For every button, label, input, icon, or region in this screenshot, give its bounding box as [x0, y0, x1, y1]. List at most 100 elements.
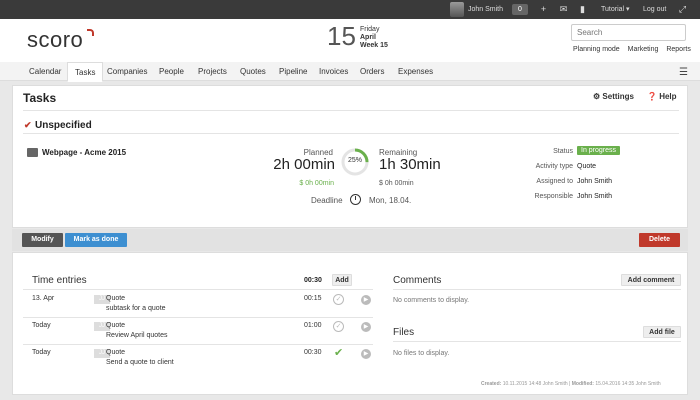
entry-time: 01:00: [304, 322, 322, 329]
activity-type-value: Quote: [577, 163, 597, 170]
reports-link[interactable]: Reports: [666, 46, 691, 53]
entry-done-check-icon[interactable]: ✔: [334, 346, 343, 359]
files-title: Files: [393, 327, 415, 338]
month: April: [360, 34, 376, 41]
entry-date: 13. Apr: [32, 295, 55, 302]
tab-tasks[interactable]: Tasks: [67, 62, 104, 82]
mail-icon[interactable]: ✉: [558, 4, 569, 15]
entry-check-icon[interactable]: ✓: [333, 321, 344, 332]
modified-value: 15.04.2016 14:35 John Smith: [595, 381, 661, 387]
tab-people[interactable]: People: [159, 62, 184, 81]
status-label: Status: [553, 148, 573, 155]
help-button[interactable]: ❓ Help: [647, 92, 677, 101]
entry-type: Quote: [106, 295, 126, 302]
task-name[interactable]: Webpage - Acme 2015: [42, 148, 126, 157]
logo-accent-icon: [87, 29, 94, 36]
header: scoro 15 Friday April Week 15 Planning m…: [0, 19, 700, 62]
page-title: Tasks: [23, 91, 57, 105]
help-icon: ❓: [647, 92, 657, 101]
entry-time: 00:30: [304, 349, 322, 356]
planned-cost: $ 0h 00min: [299, 180, 334, 187]
search-input[interactable]: [571, 24, 686, 41]
entry-time: 00:15: [304, 295, 322, 302]
divider: [393, 341, 681, 342]
created-label: Created:: [481, 381, 502, 387]
bookmark-icon[interactable]: ▮: [577, 4, 588, 15]
mark-as-done-button[interactable]: Mark as done: [65, 233, 127, 247]
entry-date: Today: [32, 322, 51, 329]
tab-calendar[interactable]: Calendar: [29, 62, 61, 81]
current-day: 15: [327, 21, 356, 51]
tab-pipeline[interactable]: Pipeline: [279, 62, 307, 81]
planned-value: 2h 00min: [273, 156, 335, 173]
weekday: Friday: [360, 26, 380, 33]
remaining-cost: $ 0h 00min: [379, 180, 414, 187]
divider: [23, 133, 679, 134]
tutorial-dropdown[interactable]: Tutorial ▾: [601, 0, 630, 19]
divider: [23, 289, 373, 290]
assigned-to-value[interactable]: John Smith: [577, 178, 612, 185]
remaining-value: 1h 30min: [379, 156, 441, 173]
record-metadata: Created: 10.11.2015 14:48 John Smith | M…: [481, 381, 661, 387]
expand-icon[interactable]: ⤢: [677, 4, 688, 15]
top-bar: John Smith 0 + ✉ ▮ Tutorial ▾ Log out ⤢: [0, 0, 700, 19]
entry-check-icon[interactable]: ✓: [333, 294, 344, 305]
entry-type: Quote: [106, 322, 126, 329]
activity-type-label: Activity type: [535, 163, 573, 170]
tab-companies[interactable]: Companies: [107, 62, 147, 81]
created-value: 10.11.2015 14:48 John Smith: [502, 381, 568, 387]
task-card: Tasks ⚙ Settings ❓ Help ✔ Unspecified We…: [12, 85, 688, 228]
marketing-link[interactable]: Marketing: [628, 46, 659, 53]
deadline-value[interactable]: Mon, 18.04.: [369, 196, 411, 205]
entry-description[interactable]: subtask for a quote: [106, 305, 166, 312]
add-comment-button[interactable]: Add comment: [621, 274, 681, 286]
responsible-value[interactable]: John Smith: [577, 193, 612, 200]
hamburger-menu-icon[interactable]: ☰: [679, 67, 688, 78]
deadline-label: Deadline: [311, 196, 343, 205]
add-file-button[interactable]: Add file: [643, 326, 681, 338]
entry-description[interactable]: Review April quotes: [106, 332, 167, 339]
gear-icon: ⚙: [593, 92, 601, 101]
time-entries-total: 00:30: [304, 277, 322, 284]
divider: [23, 110, 679, 111]
scoro-logo[interactable]: scoro: [27, 27, 83, 53]
tab-invoices[interactable]: Invoices: [319, 62, 348, 81]
tab-orders[interactable]: Orders: [360, 62, 384, 81]
clock-icon: [350, 194, 361, 205]
quicklinks: Planning mode Marketing Reports: [573, 46, 697, 53]
section-title: Unspecified: [35, 120, 92, 131]
entry-arrow-icon[interactable]: ▶: [361, 322, 371, 332]
files-empty-message: No files to display.: [393, 350, 450, 357]
user-name[interactable]: John Smith: [468, 0, 503, 19]
planning-mode-link[interactable]: Planning mode: [573, 46, 620, 53]
collapse-check-icon[interactable]: ✔: [24, 120, 32, 131]
entry-description[interactable]: Send a quote to client: [106, 359, 174, 366]
date-details: Friday April Week 15: [360, 26, 388, 50]
tab-expenses[interactable]: Expenses: [398, 62, 433, 81]
delete-button[interactable]: Delete: [639, 233, 680, 247]
progress-label: 25%: [347, 157, 362, 164]
add-time-entry-button[interactable]: Add: [332, 274, 352, 286]
divider: [23, 344, 373, 345]
responsible-label: Responsible: [534, 193, 573, 200]
add-icon[interactable]: +: [538, 4, 549, 15]
divider: [393, 289, 681, 290]
entry-type: Quote: [106, 349, 126, 356]
week-number: Week 15: [360, 42, 388, 49]
user-avatar[interactable]: [450, 2, 464, 17]
main-nav: Calendar Tasks Companies People Projects…: [0, 62, 700, 82]
notification-count-badge[interactable]: 0: [512, 4, 528, 15]
tab-quotes[interactable]: Quotes: [240, 62, 266, 81]
modify-button[interactable]: Modify: [22, 233, 63, 247]
briefcase-icon: [27, 148, 38, 157]
lower-panel: Time entries 00:30 Add 13. Apr JJ Quote …: [12, 252, 688, 395]
logout-link[interactable]: Log out: [643, 0, 666, 19]
assigned-to-label: Assigned to: [536, 178, 573, 185]
comments-title: Comments: [393, 275, 442, 286]
entry-arrow-icon[interactable]: ▶: [361, 349, 371, 359]
settings-button[interactable]: ⚙ Settings: [593, 92, 634, 101]
entry-arrow-icon[interactable]: ▶: [361, 295, 371, 305]
tab-projects[interactable]: Projects: [198, 62, 227, 81]
modified-label: Modified:: [571, 381, 594, 387]
status-badge[interactable]: In progress: [577, 146, 621, 155]
